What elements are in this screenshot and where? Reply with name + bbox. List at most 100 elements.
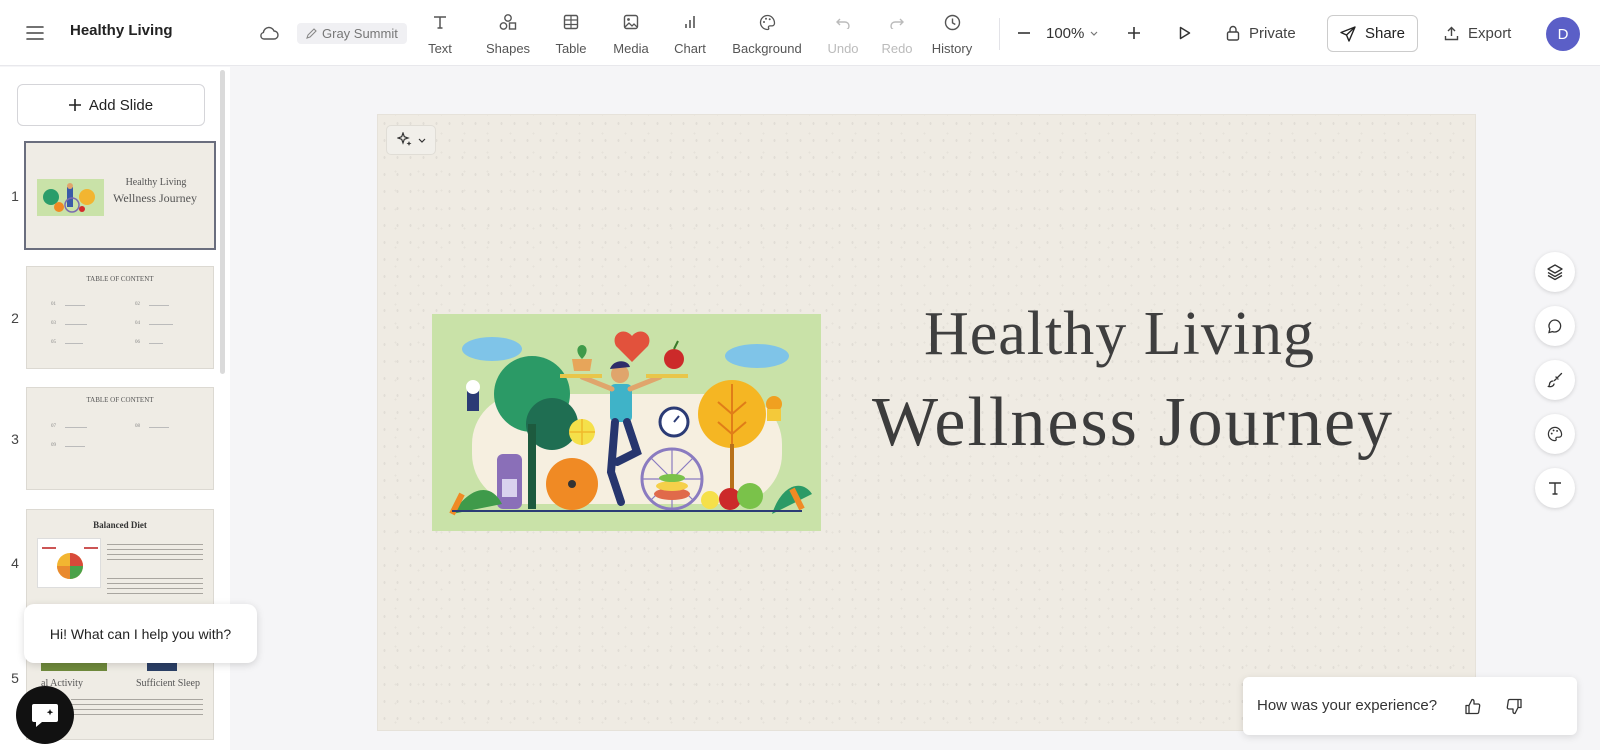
slide-number: 2 [11, 310, 19, 326]
thumbnail-title: TABLE OF CONTENT [86, 275, 154, 283]
text-style-button[interactable] [1535, 468, 1575, 508]
tool-label: Media [613, 41, 649, 56]
ai-assist-button[interactable] [386, 125, 436, 155]
sidebar-scrollbar[interactable] [220, 70, 225, 374]
tool-background[interactable]: Background [729, 12, 805, 56]
chat-icon [32, 704, 58, 727]
document-title[interactable]: Healthy Living [70, 22, 173, 39]
text-block [71, 697, 129, 719]
text-block [107, 576, 203, 598]
layers-button[interactable] [1535, 252, 1575, 292]
thumbnail-title: Balanced Diet [93, 520, 147, 530]
comment-icon [1548, 319, 1562, 334]
add-slide-button[interactable]: Add Slide [17, 84, 205, 126]
toc-item: 02 [135, 302, 140, 307]
toc-item: 04 [135, 321, 140, 326]
zoom-in-button[interactable] [1124, 22, 1144, 44]
shapes-icon [499, 12, 517, 32]
thumbnail-title-line1: Healthy Living [125, 177, 187, 188]
tool-redo[interactable]: Redo [880, 12, 914, 56]
comments-button[interactable] [1535, 306, 1575, 346]
slide-title-line2[interactable]: Wellness Journey [858, 383, 1408, 463]
color-theme-button[interactable] [1535, 414, 1575, 454]
media-icon [623, 12, 639, 32]
slide-canvas[interactable]: Healthy Living Wellness Journey [377, 114, 1476, 731]
thumbnail-image [37, 179, 104, 216]
tool-label: Undo [827, 41, 859, 56]
palette-icon [1547, 426, 1563, 442]
toc-line [149, 305, 169, 306]
toc-line [149, 343, 163, 344]
feedback-widget: How was your experience? [1243, 677, 1577, 735]
plus-icon [68, 99, 81, 111]
chat-greeting-bubble[interactable]: Hi! What can I help you with? [24, 604, 257, 663]
tool-text[interactable]: Text [425, 12, 455, 56]
text-icon [432, 12, 448, 32]
minus-icon [1018, 32, 1030, 34]
thumbnail-image [37, 538, 101, 588]
toc-item: 06 [135, 340, 140, 345]
slide-thumbnail-4[interactable]: Balanced Diet [26, 509, 214, 612]
sparkle-icon [396, 132, 411, 146]
toc-line [65, 324, 87, 325]
upload-icon [1444, 26, 1459, 40]
slide-number: 5 [11, 670, 19, 686]
present-button[interactable] [1175, 22, 1195, 44]
add-slide-label: Add Slide [88, 96, 154, 114]
lock-icon [1226, 25, 1240, 41]
slide-thumbnail-2[interactable]: TABLE OF CONTENT 01 02 03 04 05 06 [26, 266, 214, 369]
tool-media[interactable]: Media [611, 12, 651, 56]
thumbs-up-icon [1464, 698, 1480, 714]
wellness-illustration[interactable] [432, 314, 821, 531]
slide-title-line1[interactable]: Healthy Living [878, 299, 1361, 370]
slide-thumbnail-1[interactable]: Healthy Living Wellness Journey [24, 141, 216, 250]
chat-greeting: Hi! What can I help you with? [49, 625, 232, 642]
toc-line [65, 446, 85, 447]
thumbs-down-icon [1506, 698, 1522, 714]
tool-label: Redo [881, 41, 913, 56]
layers-icon [1547, 264, 1563, 281]
toc-item: 05 [51, 340, 56, 345]
avatar[interactable]: D [1546, 17, 1580, 51]
tool-shapes[interactable]: Shapes [484, 12, 532, 56]
theme-name: Gray Summit [322, 26, 398, 41]
chat-launcher-button[interactable] [16, 686, 74, 744]
share-button[interactable]: Share [1327, 15, 1418, 52]
tool-history[interactable]: History [929, 12, 975, 56]
tool-label: Text [428, 41, 452, 56]
export-label: Export [1468, 24, 1512, 42]
zoom-level: 100% [1046, 24, 1085, 42]
privacy-button[interactable]: Private [1226, 22, 1296, 44]
thumbnail-title-line2: Wellness Journey [112, 191, 198, 205]
plus-icon [1128, 27, 1140, 39]
clock-icon [944, 12, 961, 32]
export-button[interactable]: Export [1444, 22, 1511, 44]
toc-item: 01 [51, 302, 56, 307]
share-label: Share [1364, 25, 1406, 42]
pen-icon [306, 28, 317, 39]
tool-undo[interactable]: Undo [825, 12, 861, 56]
chevron-down-icon [418, 138, 425, 143]
top-toolbar: Healthy Living Gray Summit Text Shapes T… [0, 0, 1600, 66]
tool-table[interactable]: Table [554, 12, 588, 56]
tool-label: Table [555, 41, 587, 56]
text-block [107, 542, 203, 564]
toc-line [149, 427, 169, 428]
thumbs-down-button[interactable] [1503, 695, 1525, 717]
table-icon [563, 12, 579, 32]
tool-chart[interactable]: Chart [672, 12, 708, 56]
style-brush-button[interactable] [1535, 360, 1575, 400]
menu-icon[interactable] [22, 21, 48, 45]
toc-item: 09 [51, 443, 56, 448]
cloud-saved-icon [256, 21, 282, 45]
chart-icon [683, 12, 697, 32]
theme-badge[interactable]: Gray Summit [297, 23, 407, 44]
slide-number: 3 [11, 431, 19, 447]
zoom-out-button[interactable] [1014, 22, 1034, 44]
redo-icon [889, 12, 905, 32]
zoom-dropdown[interactable]: 100% [1046, 22, 1098, 44]
toc-line [65, 305, 85, 306]
thumbs-up-button[interactable] [1461, 695, 1483, 717]
slide-thumbnail-3[interactable]: TABLE OF CONTENT 07 08 09 [26, 387, 214, 490]
thumbnail-title: TABLE OF CONTENT [86, 396, 154, 404]
